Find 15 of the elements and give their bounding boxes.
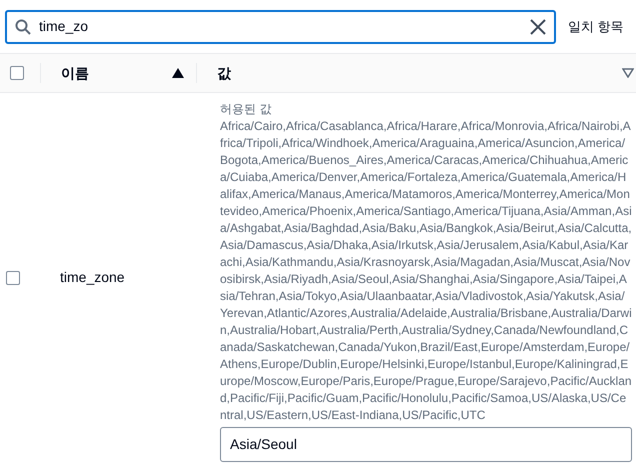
allowed-values-label: 허용된 값 xyxy=(220,101,272,118)
checkbox[interactable] xyxy=(10,66,24,80)
sort-ascending-icon[interactable] xyxy=(172,68,184,78)
checkbox[interactable] xyxy=(6,270,20,284)
allowed-values-list: Africa/Cairo,Africa/Casablanca,Africa/Harare,Africa/Monrovia,Africa/Nairobi,Africa/Tripoli,Africa/Windhoek,America/Araguaina,America/Asuncion,America/Bogota,America/Buenos_Aires,America/Caracas,America/Chihuahua,America/Cuiaba,America/Denver,America/Fortaleza,America/Guatemala,America/Halifax,America/Manaus,America/Matamoros,America/Monterrey,America/Montevideo,America/Phoenix,America/Santiago,America/Tijuana,Asia/Amman,Asia/Ashgabat,Asia/Baghdad,Asia/Baku,Asia/Bangkok,Asia/Beirut,Asia/Calcutta,Asia/Damascus,Asia/Dhaka,Asia/Irkutsk,Asia/Jerusalem,Asia/Kabul,Asia/Karachi,Asia/Kathmandu,Asia/Krasnoyarsk,Asia/Magadan,Asia/Muscat,Asia/Novosibirsk,Asia/Riyadh,Asia/Seoul,Asia/Shanghai,Asia/Singapore,Asia/Taipei,Asia/Tehran,Asia/Tokyo,Asia/Ulaanbaatar,Asia/Vladivostok,Asia/Yakutsk,Asia/Yerevan,Atlantic/Azores,Australia/Adelaide,Australia/Brisbane,Australia/Darwin,Australia/Hobart,Australia/Perth,Australia/Sydney,Canada/Newfoundland,Canada/Saskatchewan,Canada/Yukon,Brazil/East,Europe/Amsterdam,Europe/Athens,Europe/Dublin,Europe/Helsinki,Europe/Istanbul,Europe/Kaliningrad,Europe/Moscow,Europe/Paris,Europe/Prague,Europe/Sarajevo,Pacific/Auckland,Pacific/Fiji,Pacific/Guam,Pacific/Honolulu,Pacific/Samoa,US/Alaska,US/Central,US/Eastern,US/East-Indiana,US/Pacific,UTC xyxy=(220,118,632,424)
sort-icon[interactable] xyxy=(622,68,634,78)
search-icon xyxy=(15,18,31,34)
column-header[interactable]: 값 xyxy=(197,62,636,84)
match-count: 일치 항목 xyxy=(568,18,624,36)
search-field[interactable]: time_zo xyxy=(5,10,556,44)
parameter-name: time_zone xyxy=(60,268,125,284)
column-header[interactable]: 이름 xyxy=(41,62,196,84)
clear-icon[interactable] xyxy=(530,18,546,34)
value-input[interactable]: Asia/Seoul xyxy=(220,427,632,462)
search-value: time_zo xyxy=(39,17,90,36)
